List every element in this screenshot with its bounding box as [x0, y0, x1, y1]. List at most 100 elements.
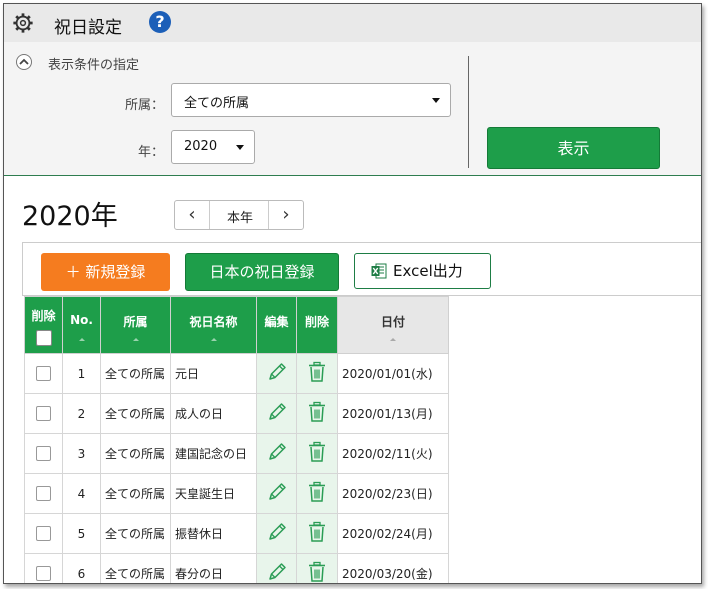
chevron-up-icon [19, 58, 29, 65]
trash-icon[interactable] [307, 521, 327, 543]
col-header-edit: 編集 [256, 296, 297, 354]
row-checkbox[interactable] [36, 446, 51, 461]
pencil-icon[interactable] [266, 441, 288, 463]
title-bar: 祝日設定 ? [4, 4, 701, 42]
row-edit-cell[interactable] [256, 473, 297, 514]
row-checkbox[interactable] [36, 566, 51, 581]
year-select[interactable]: 2020 [171, 130, 255, 164]
row-holiday-name: 春分の日 [170, 553, 257, 583]
row-checkbox[interactable] [36, 486, 51, 501]
row-holiday-name: 建国記念の日 [170, 433, 257, 474]
row-select-cell [24, 513, 63, 554]
row-edit-cell[interactable] [256, 433, 297, 474]
row-edit-cell[interactable] [256, 353, 297, 394]
col-header-label: 削除 [304, 315, 329, 329]
table-row: 6 全ての所属 春分の日 2020/03/20(金) [24, 553, 449, 583]
row-delete-cell[interactable] [296, 353, 338, 394]
select-all-checkbox[interactable] [35, 330, 52, 346]
row-no: 6 [62, 553, 101, 583]
year-title: 2020年 [22, 201, 118, 232]
row-no: 1 [62, 353, 101, 394]
row-delete-cell[interactable] [296, 473, 338, 514]
row-dept: 全ての所属 [100, 393, 171, 434]
col-header-no[interactable]: No. [62, 296, 101, 354]
row-select-cell [24, 473, 63, 514]
current-year-button[interactable]: 本年 [210, 207, 270, 226]
col-header-delete: 削除 [296, 296, 338, 354]
row-date: 2020/02/24(月) [337, 513, 449, 554]
year-label: 年： [137, 145, 164, 160]
new-register-button[interactable]: ＋ 新規登録 [41, 253, 170, 291]
japan-holiday-register-button[interactable]: 日本の祝日登録 [185, 253, 339, 291]
row-dept: 全ての所属 [100, 553, 171, 583]
row-dept: 全ての所属 [100, 353, 171, 394]
year-select-value: 2020 [184, 139, 218, 154]
dept-label: 所属： [124, 98, 164, 113]
sort-icon [78, 338, 85, 341]
caret-down-icon [432, 98, 440, 103]
excel-export-button[interactable]: Excel出力 [354, 253, 491, 289]
pencil-icon[interactable] [266, 401, 288, 423]
year-navigator: ‹ 本年 › [174, 200, 304, 230]
row-holiday-name: 元日 [170, 353, 257, 394]
trash-icon[interactable] [307, 361, 327, 383]
pencil-icon[interactable] [266, 521, 288, 543]
row-edit-cell[interactable] [256, 513, 297, 554]
row-checkbox[interactable] [36, 526, 51, 541]
row-date: 2020/01/13(月) [337, 393, 449, 434]
help-icon[interactable]: ? [149, 11, 171, 33]
row-delete-cell[interactable] [296, 393, 338, 434]
divider [468, 56, 469, 168]
caret-down-icon [236, 145, 244, 150]
row-holiday-name: 成人の日 [170, 393, 257, 434]
col-header-label: 削除 [31, 309, 56, 323]
col-header-label: 編集 [264, 315, 289, 329]
table-row: 5 全ての所属 振替休日 2020/02/24(月) [24, 513, 449, 554]
page-title: 祝日設定 [54, 18, 122, 38]
row-date: 2020/03/20(金) [337, 553, 449, 583]
row-edit-cell[interactable] [256, 553, 297, 583]
gear-icon [13, 13, 33, 33]
dept-select[interactable]: 全ての所属 [171, 83, 451, 117]
trash-icon[interactable] [307, 441, 327, 463]
trash-icon[interactable] [307, 561, 327, 583]
col-header-label: 日付 [380, 315, 405, 329]
pencil-icon[interactable] [266, 361, 288, 383]
row-select-cell [24, 393, 63, 434]
row-dept: 全ての所属 [100, 513, 171, 554]
col-header-date[interactable]: 日付 [337, 296, 449, 354]
trash-icon[interactable] [307, 401, 327, 423]
sort-icon [132, 338, 139, 341]
trash-icon[interactable] [307, 481, 327, 503]
next-year-button[interactable]: › [268, 201, 303, 229]
holiday-table: 削除 No. 所属 祝日名称 編集 削除 日付 1 全ての所属 元日 2020/01/… [24, 296, 449, 583]
pencil-icon[interactable] [266, 561, 288, 583]
col-header-label: No. [70, 313, 93, 327]
excel-icon [371, 263, 387, 279]
row-delete-cell[interactable] [296, 513, 338, 554]
row-no: 4 [62, 473, 101, 514]
row-no: 3 [62, 433, 101, 474]
col-header-select: 削除 [24, 296, 63, 354]
table-header-row: 削除 No. 所属 祝日名称 編集 削除 日付 [24, 296, 449, 354]
filter-section-title: 表示条件の指定 [48, 58, 140, 73]
row-edit-cell[interactable] [256, 393, 297, 434]
row-checkbox[interactable] [36, 406, 51, 421]
col-header-dept[interactable]: 所属 [100, 296, 171, 354]
row-checkbox[interactable] [36, 366, 51, 381]
row-delete-cell[interactable] [296, 553, 338, 583]
holiday-settings-window: 祝日設定 ? 表示条件の指定 所属： 全ての所属 年： 2020 表示 2020… [3, 3, 702, 584]
prev-year-button[interactable]: ‹ [175, 201, 210, 229]
sort-icon [210, 338, 217, 341]
dept-select-value: 全ての所属 [184, 96, 250, 111]
row-date: 2020/01/01(水) [337, 353, 449, 394]
col-header-name[interactable]: 祝日名称 [170, 296, 257, 354]
col-header-label: 祝日名称 [189, 315, 238, 329]
row-delete-cell[interactable] [296, 433, 338, 474]
collapse-toggle[interactable] [16, 54, 32, 70]
row-select-cell [24, 353, 63, 394]
pencil-icon[interactable] [266, 481, 288, 503]
row-date: 2020/02/11(火) [337, 433, 449, 474]
show-button[interactable]: 表示 [487, 127, 660, 169]
row-dept: 全ての所属 [100, 473, 171, 514]
